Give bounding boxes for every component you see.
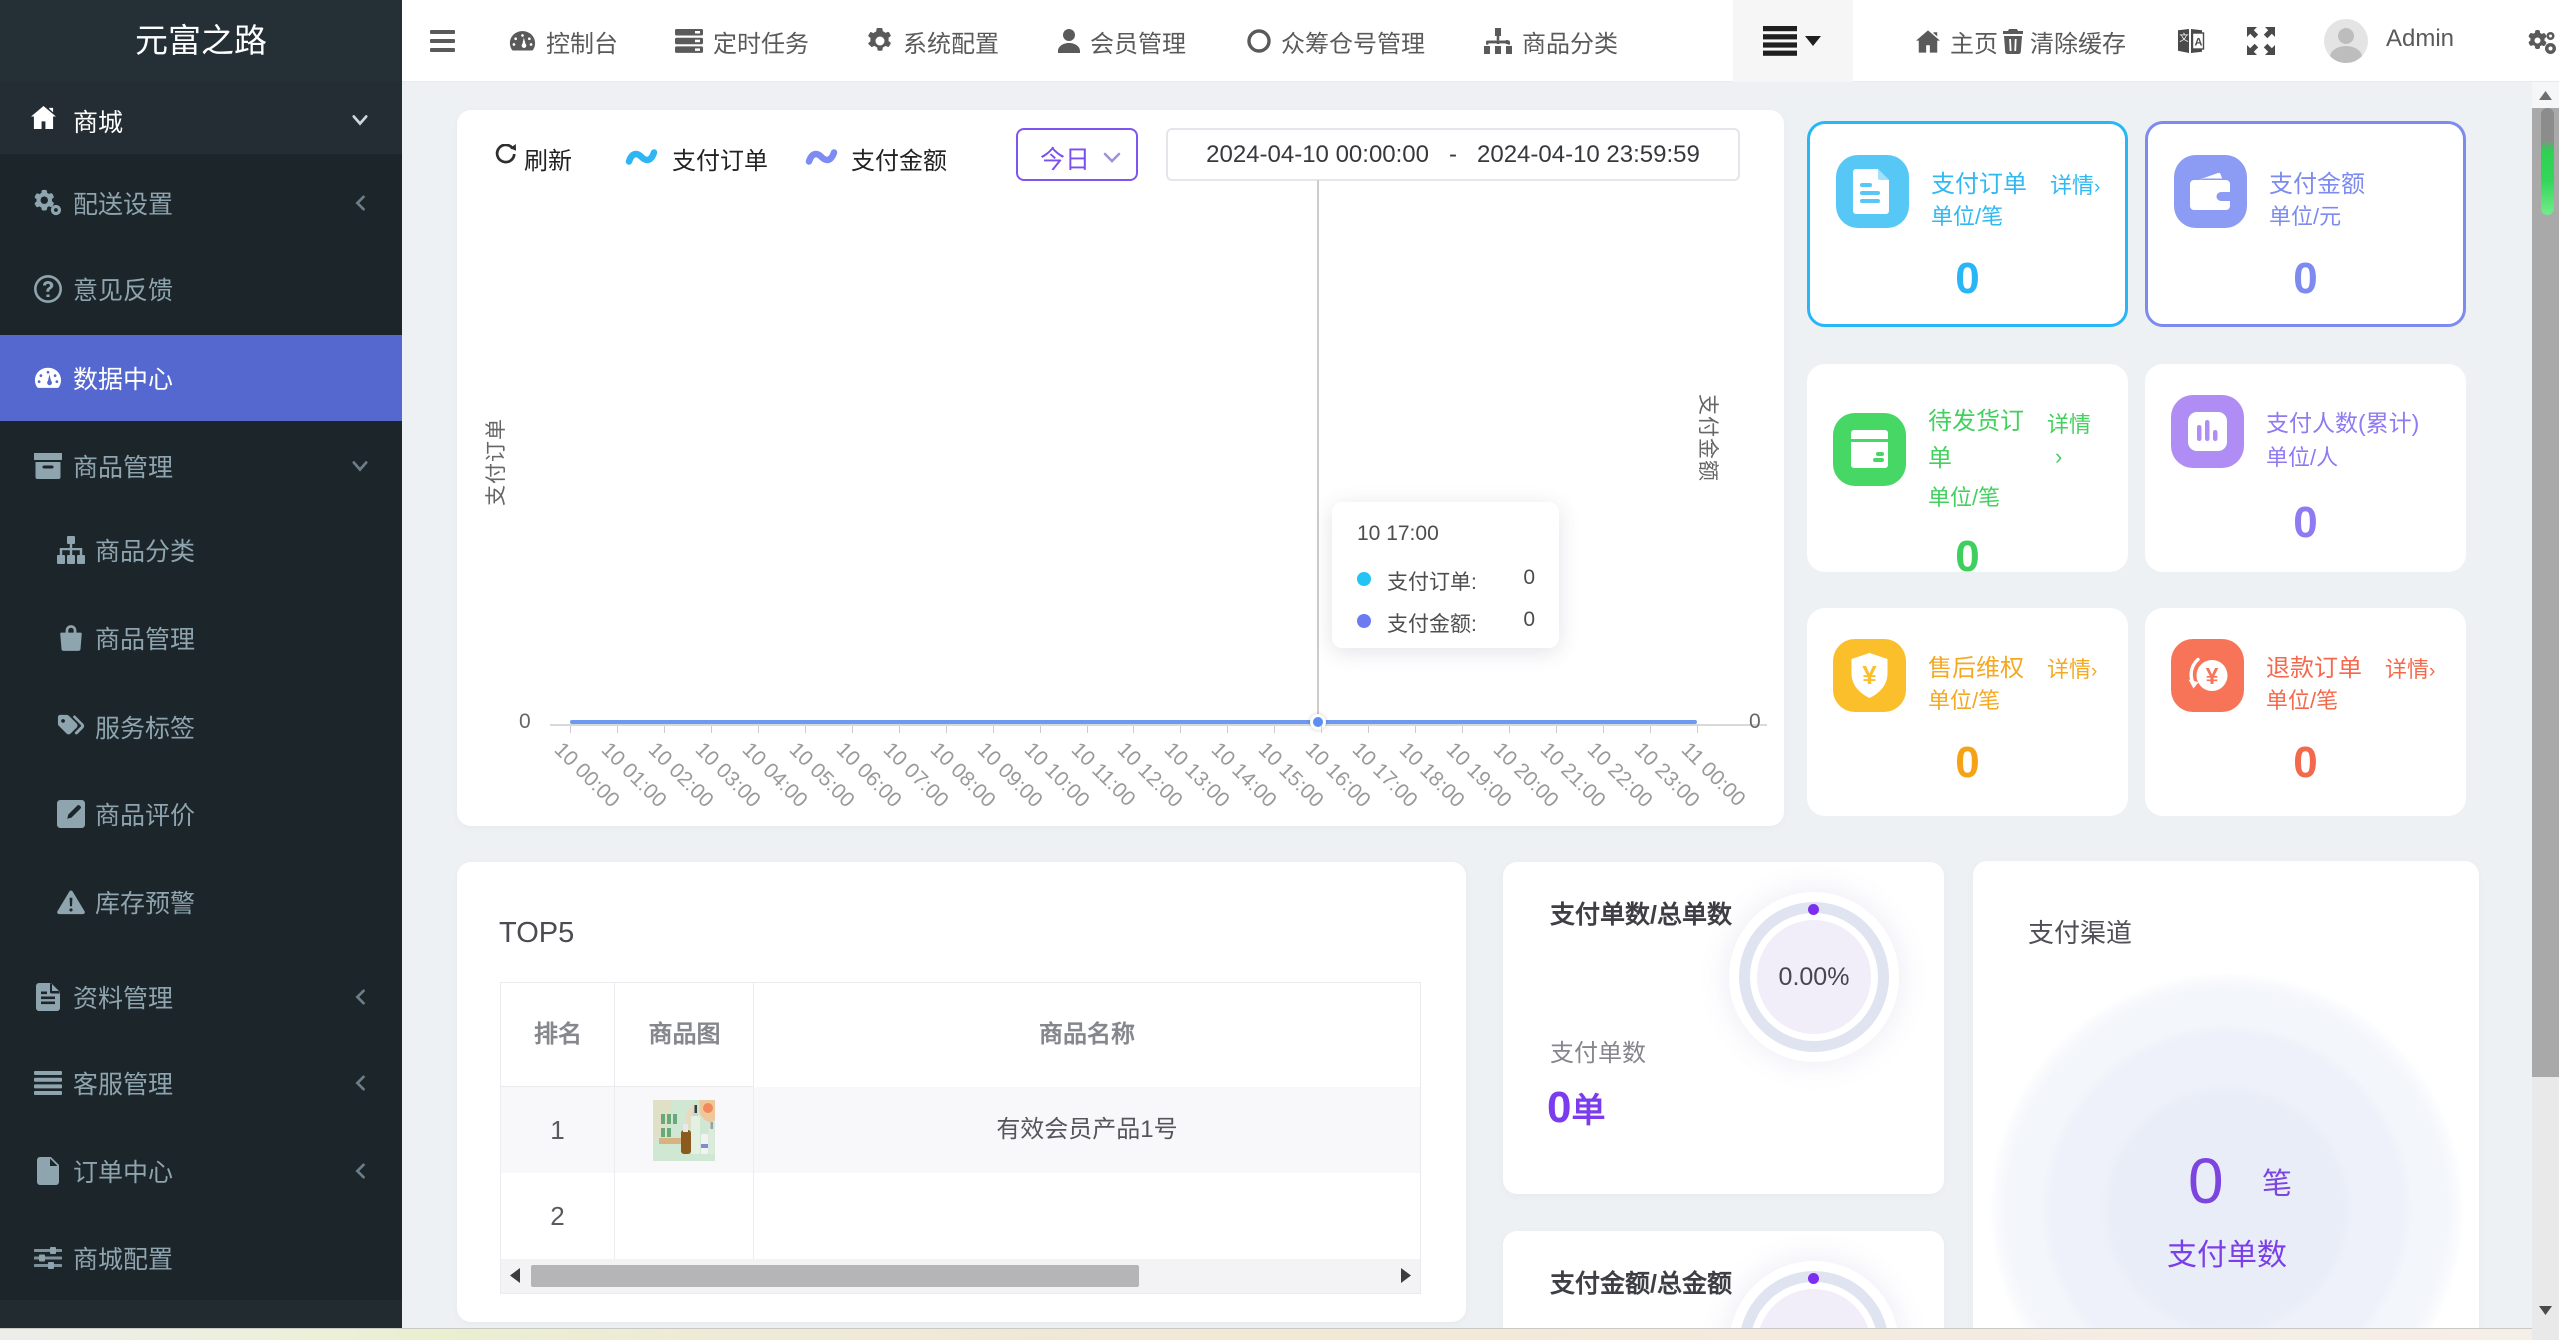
svg-text:¥: ¥ — [1862, 660, 1877, 690]
svg-text:A: A — [2195, 37, 2203, 49]
svg-text:¥: ¥ — [2206, 663, 2219, 689]
svg-text:文: 文 — [2179, 32, 2189, 44]
